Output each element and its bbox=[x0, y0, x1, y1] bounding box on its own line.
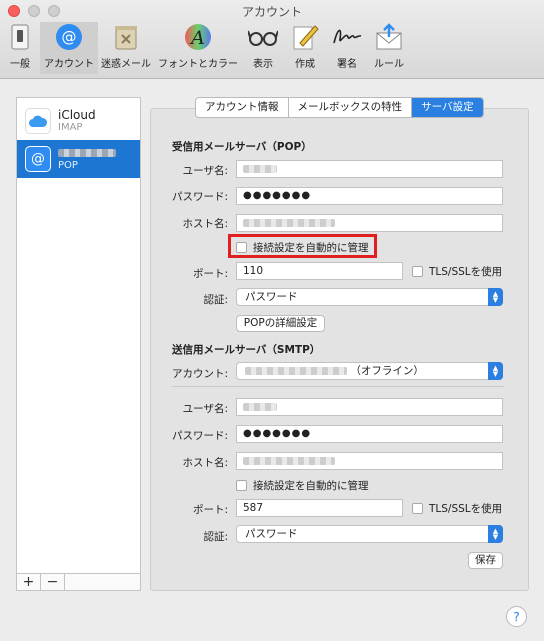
outgoing-host-field[interactable] bbox=[236, 452, 503, 470]
outgoing-account-select[interactable]: （オフライン） ▲ ▼ bbox=[236, 362, 503, 380]
tab-mailbox-behaviors[interactable]: メールボックスの特性 bbox=[289, 98, 413, 117]
incoming-password-label: パスワード: bbox=[171, 191, 228, 203]
font-color-icon: A bbox=[183, 22, 213, 52]
toolbar: 一般 @ アカウント 迷惑メール A フォントとカラー 表示 作成 署名 ルール bbox=[0, 22, 410, 78]
account-name-redacted bbox=[58, 147, 116, 160]
checkbox-label: 接続設定を自動的に管理 bbox=[253, 480, 369, 492]
incoming-auth-select[interactable]: パスワード ▲ ▼ bbox=[236, 288, 503, 306]
outgoing-user-label: ユーザ名: bbox=[182, 403, 228, 415]
save-button[interactable]: 保存 bbox=[468, 552, 503, 569]
cloud-icon bbox=[25, 108, 51, 134]
checkbox-label: TLS/SSLを使用 bbox=[429, 266, 503, 278]
add-account-button[interactable]: + bbox=[17, 574, 41, 590]
preferences-window: アカウント 一般 @ アカウント 迷惑メール A フォントとカラー 表示 作成 … bbox=[0, 0, 544, 641]
redacted-username bbox=[243, 165, 277, 173]
outgoing-auth-label: 認証: bbox=[203, 531, 228, 543]
outgoing-password-field[interactable]: ●●●●●●● bbox=[236, 425, 503, 443]
settings-tabs: アカウント情報 メールボックスの特性 サーバ設定 bbox=[195, 97, 484, 118]
accounts-list: iCloud IMAP @ POP bbox=[16, 97, 141, 591]
outgoing-auth-select[interactable]: パスワード ▲ ▼ bbox=[236, 525, 503, 543]
outgoing-username-field[interactable] bbox=[236, 398, 503, 416]
incoming-port-label: ポート: bbox=[192, 268, 228, 280]
toolbar-junk[interactable]: 迷惑メール bbox=[98, 22, 154, 74]
updown-chevron-icon: ▲ ▼ bbox=[488, 362, 503, 380]
account-name: iCloud bbox=[58, 107, 96, 122]
incoming-host-label: ホスト名: bbox=[182, 218, 228, 230]
select-value: パスワード bbox=[245, 291, 298, 303]
outgoing-auto-manage-checkbox[interactable]: 接続設定を自動的に管理 bbox=[236, 478, 369, 493]
title-bar: アカウント 一般 @ アカウント 迷惑メール A フォントとカラー 表示 作成 … bbox=[0, 0, 544, 79]
toolbar-view[interactable]: 表示 bbox=[242, 22, 284, 74]
redacted-host bbox=[243, 219, 335, 227]
toolbar-signatures[interactable]: 署名 bbox=[326, 22, 368, 74]
outgoing-password-label: パスワード: bbox=[171, 430, 228, 442]
toolbar-rules[interactable]: ルール bbox=[368, 22, 410, 74]
tab-server-settings[interactable]: サーバ設定 bbox=[412, 98, 483, 117]
toolbar-fonts-colors[interactable]: A フォントとカラー bbox=[154, 22, 242, 74]
toolbar-compose[interactable]: 作成 bbox=[284, 22, 326, 74]
account-item-pop[interactable]: @ POP bbox=[17, 140, 140, 178]
incoming-password-field[interactable]: ●●●●●●● bbox=[236, 187, 503, 205]
svg-text:@: @ bbox=[62, 28, 77, 46]
signature-icon bbox=[332, 22, 362, 52]
outgoing-tls-checkbox[interactable]: TLS/SSLを使用 bbox=[412, 501, 502, 516]
updown-chevron-icon: ▲ ▼ bbox=[488, 525, 503, 543]
account-type: IMAP bbox=[58, 121, 83, 133]
rules-envelope-icon bbox=[374, 22, 404, 52]
toolbar-general[interactable]: 一般 bbox=[0, 22, 40, 74]
checkbox-box[interactable] bbox=[412, 503, 423, 514]
redacted-username bbox=[243, 403, 277, 411]
window-title: アカウント bbox=[241, 5, 302, 19]
incoming-username-field[interactable] bbox=[236, 160, 503, 178]
divider bbox=[172, 386, 504, 387]
compose-pencil-icon bbox=[290, 22, 320, 52]
outgoing-host-label: ホスト名: bbox=[182, 457, 228, 469]
select-value: （オフライン） bbox=[350, 365, 424, 377]
redacted-smtp-account bbox=[245, 367, 347, 375]
at-sign-icon: @ bbox=[25, 146, 51, 172]
svg-text:A: A bbox=[189, 27, 205, 49]
remove-account-button[interactable]: − bbox=[41, 574, 65, 590]
highlight-box bbox=[228, 234, 377, 258]
tab-account-info[interactable]: アカウント情報 bbox=[196, 98, 289, 117]
account-item-icloud[interactable]: iCloud IMAP bbox=[17, 102, 140, 140]
outgoing-port-label: ポート: bbox=[192, 504, 228, 516]
incoming-port-field[interactable]: 110 bbox=[236, 262, 403, 280]
checkbox-label: TLS/SSLを使用 bbox=[429, 503, 503, 515]
updown-chevron-icon: ▲ ▼ bbox=[488, 288, 503, 306]
redacted-account-name bbox=[58, 149, 116, 157]
switch-icon bbox=[5, 22, 35, 52]
select-value: パスワード bbox=[245, 528, 298, 540]
junk-trash-icon bbox=[111, 22, 141, 52]
glasses-icon bbox=[248, 22, 278, 52]
outgoing-server-title: 送信用メールサーバ（SMTP） bbox=[172, 344, 321, 356]
checkbox-box[interactable] bbox=[412, 266, 423, 277]
toolbar-accounts[interactable]: @ アカウント bbox=[40, 22, 98, 74]
outgoing-account-label: アカウント: bbox=[171, 368, 228, 380]
incoming-tls-checkbox[interactable]: TLS/SSLを使用 bbox=[412, 264, 502, 279]
pop-advanced-button[interactable]: POPの詳細設定 bbox=[236, 315, 325, 332]
incoming-auth-label: 認証: bbox=[203, 294, 228, 306]
account-list-buttons: + − bbox=[16, 573, 141, 591]
redacted-host bbox=[243, 457, 335, 465]
account-type: POP bbox=[58, 159, 78, 171]
at-sign-icon: @ bbox=[54, 22, 84, 52]
incoming-host-field[interactable] bbox=[236, 214, 503, 232]
incoming-user-label: ユーザ名: bbox=[182, 165, 228, 177]
incoming-server-title: 受信用メールサーバ（POP） bbox=[172, 141, 312, 153]
help-button[interactable]: ? bbox=[506, 606, 527, 627]
checkbox-box[interactable] bbox=[236, 480, 247, 491]
outgoing-port-field[interactable]: 587 bbox=[236, 499, 403, 517]
